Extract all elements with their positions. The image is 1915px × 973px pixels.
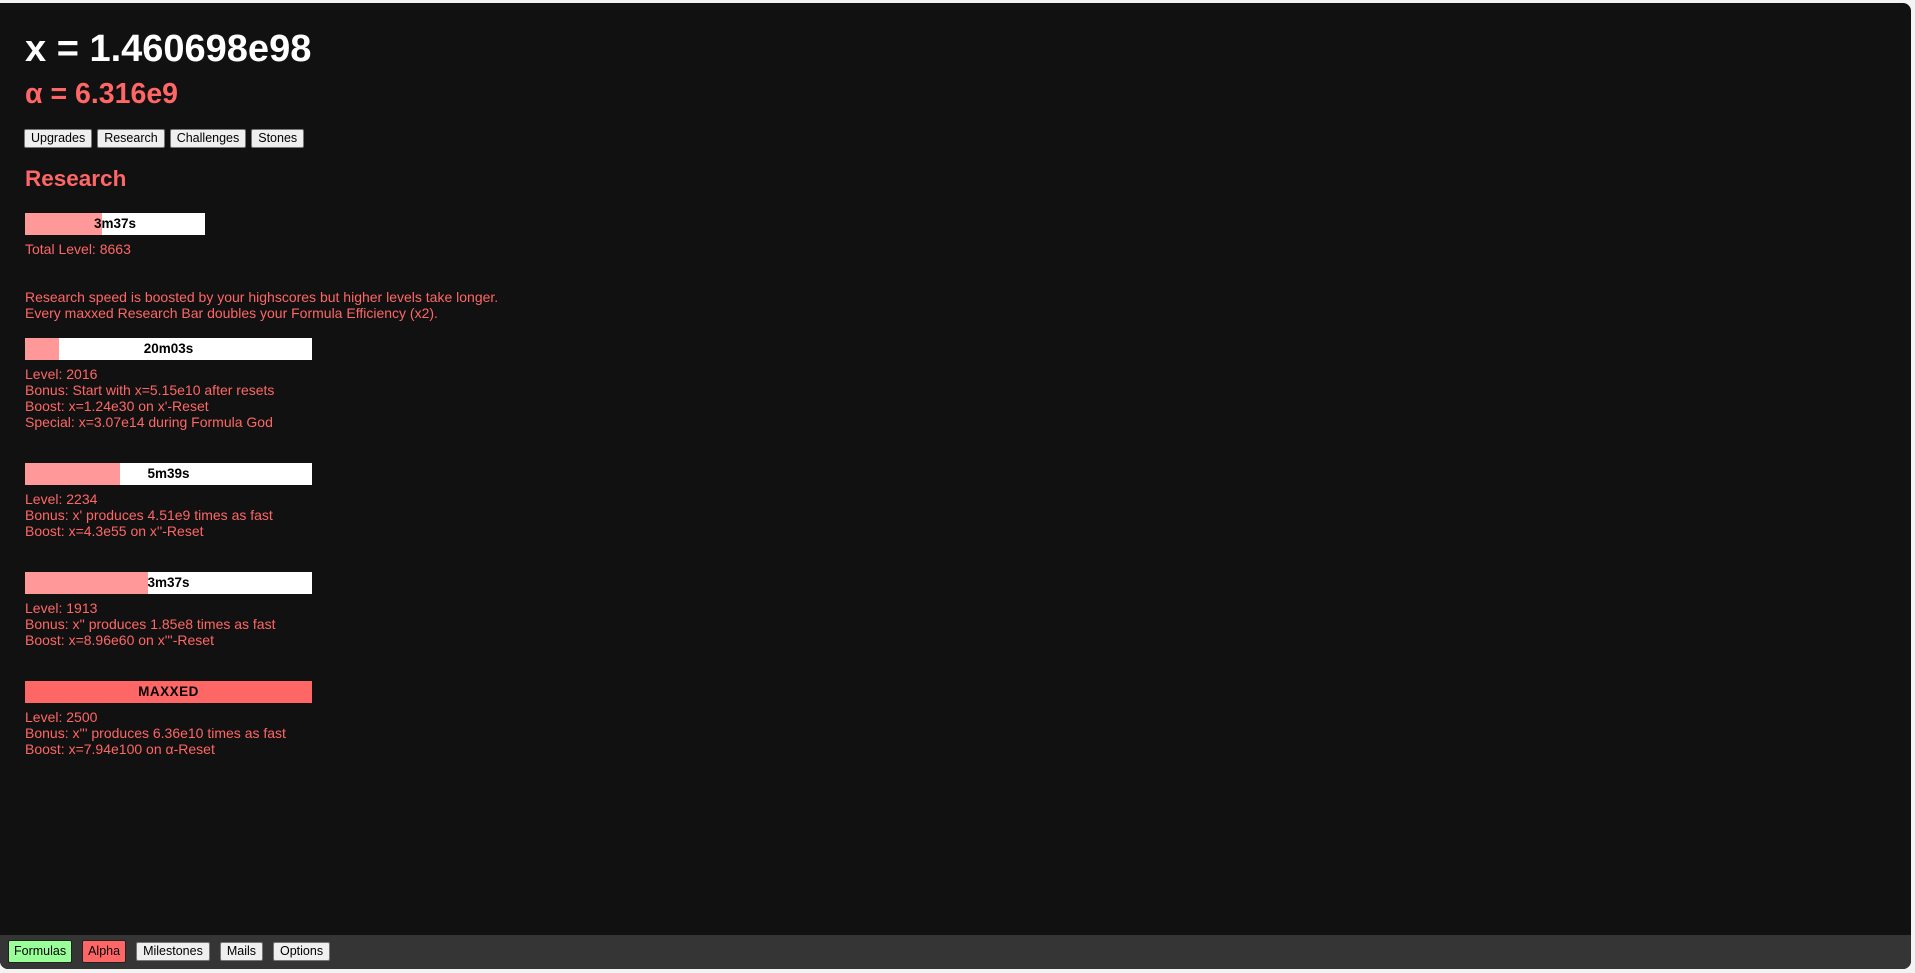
subtab-stones[interactable]: Stones [251,129,305,148]
research-level: Level: 2234 [25,491,98,507]
research-bar-label: MAXXED [138,684,199,699]
research-bar-details: Level: 2500 Bonus: x''' produces 6.36e10… [25,709,312,757]
research-boost: Boost: x=8.96e60 on x'''-Reset [25,632,214,648]
research-info: Research speed is boosted by your highsc… [25,289,498,321]
x-value-display: x = 1.460698e98 [25,28,312,70]
research-bar[interactable]: 20m03s [25,338,312,360]
research-special: Special: x=3.07e14 during Formula God [25,414,273,430]
total-research-bar-label: 3m37s [93,216,137,231]
research-level: Level: 1913 [25,600,98,616]
research-bonus: Bonus: Start with x=5.15e10 after resets [25,382,275,398]
nav-formulas[interactable]: Formulas [8,940,73,963]
research-title: Research [25,166,127,191]
research-bar-label: 3m37s [147,575,190,590]
research-level: Level: 2016 [25,366,98,382]
total-research-bar: 3m37s [25,213,205,235]
research-bar-block-1: 20m03s Level: 2016 Bonus: Start with x=5… [25,338,312,430]
research-info-line: Research speed is boosted by your highsc… [25,289,499,305]
nav-milestones[interactable]: Milestones [136,942,210,961]
research-bar-details: Level: 2016 Bonus: Start with x=5.15e10 … [25,366,312,430]
subtab-upgrades[interactable]: Upgrades [24,129,93,148]
research-boost: Boost: x=1.24e30 on x'-Reset [25,398,209,414]
research-bar-label: 5m39s [147,466,190,481]
research-bar[interactable]: 3m37s [25,572,312,594]
research-bar-block-4: MAXXED Level: 2500 Bonus: x''' produces … [25,681,312,757]
research-level: Level: 2500 [25,709,98,725]
research-bonus: Bonus: x' produces 4.51e9 times as fast [25,507,273,523]
game-panel: x = 1.460698e98 α = 6.316e9 Upgrades Res… [0,3,1911,969]
nav-options[interactable]: Options [273,942,331,961]
research-boost: Boost: x=4.3e55 on x''-Reset [25,523,204,539]
research-bar-block-3: 3m37s Level: 1913 Bonus: x'' produces 1.… [25,572,312,648]
research-bar-details: Level: 1913 Bonus: x'' produces 1.85e8 t… [25,600,312,648]
subtab-research[interactable]: Research [97,129,165,148]
bottom-nav-bar: Formulas Alpha Milestones Mails Options [0,935,1911,969]
research-bar-details: Level: 2234 Bonus: x' produces 4.51e9 ti… [25,491,312,539]
research-bonus: Bonus: x''' produces 6.36e10 times as fa… [25,725,286,741]
bottom-nav: Formulas Alpha Milestones Mails Options [8,940,340,963]
total-level: Total Level: 8663 [25,241,131,257]
subtab-challenges[interactable]: Challenges [169,129,247,148]
research-bar-block-2: 5m39s Level: 2234 Bonus: x' produces 4.5… [25,463,312,539]
research-bar[interactable]: 5m39s [25,463,312,485]
nav-alpha[interactable]: Alpha [82,940,127,963]
research-bar-maxxed: MAXXED [25,681,312,703]
research-info-line: Every maxxed Research Bar doubles your F… [25,305,438,321]
nav-mails[interactable]: Mails [219,942,263,961]
alpha-subtabs: Upgrades Research Challenges Stones [24,129,305,148]
research-bar-label: 20m03s [143,341,194,356]
research-bonus: Bonus: x'' produces 1.85e8 times as fast [25,616,276,632]
research-boost: Boost: x=7.94e100 on α-Reset [25,741,215,757]
alpha-value-display: α = 6.316e9 [25,78,179,110]
